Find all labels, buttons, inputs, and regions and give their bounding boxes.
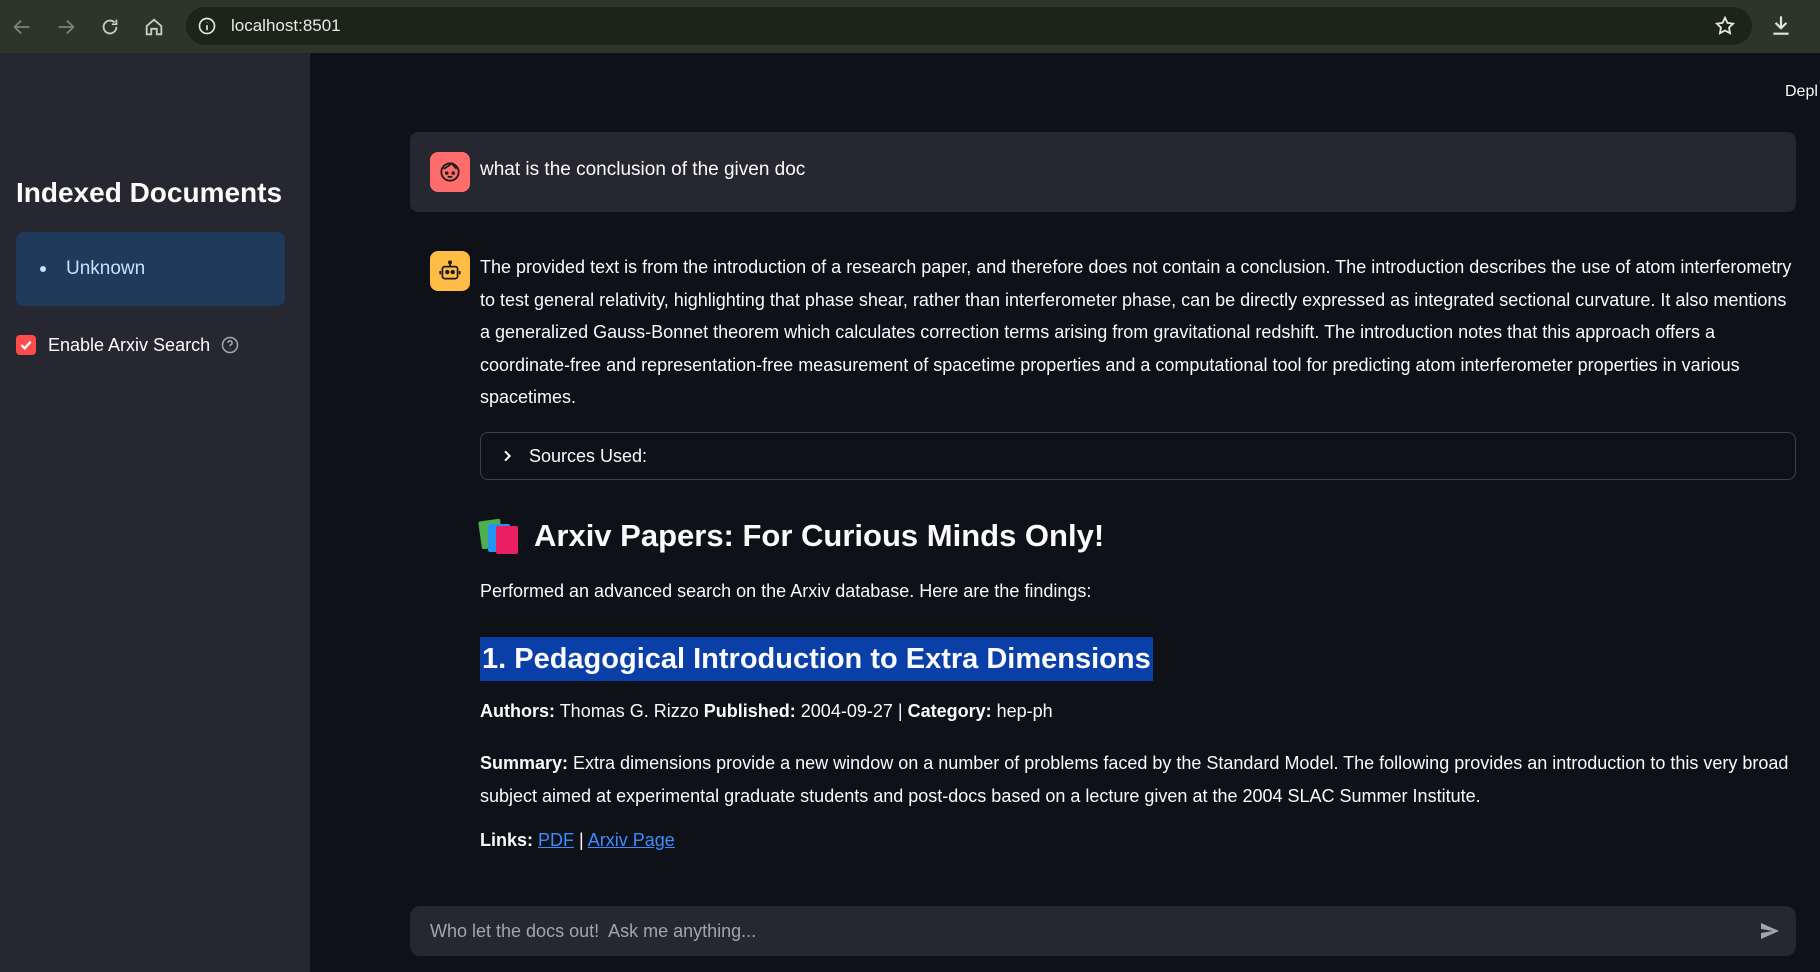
books-icon (478, 518, 520, 554)
help-icon[interactable] (220, 335, 240, 355)
paper-meta: Authors: Thomas G. Rizzo Published: 2004… (480, 701, 1053, 722)
back-button[interactable] (0, 5, 44, 49)
arxiv-heading: Arxiv Papers: For Curious Minds Only! (478, 518, 1105, 554)
category-label: Category: (907, 701, 992, 721)
sidebar-title: Indexed Documents (16, 177, 283, 208)
reload-button[interactable] (88, 5, 132, 49)
chevron-right-icon (499, 448, 515, 464)
url-text: localhost:8501 (231, 16, 341, 35)
summary-label: Summary: (480, 753, 569, 773)
paper-summary: Summary: Extra dimensions provide a new … (480, 747, 1796, 812)
published-date: 2004-09-27 (800, 701, 893, 721)
reload-icon (102, 19, 118, 34)
arrow-left-icon (13, 19, 30, 34)
link-separator: | (579, 830, 584, 850)
checkmark-icon (20, 340, 32, 351)
list-item: Unknown (66, 258, 146, 279)
chat-input[interactable] (430, 920, 1730, 942)
address-bar[interactable]: localhost:8501 (186, 7, 1752, 45)
home-button[interactable] (132, 5, 176, 49)
info-icon[interactable] (195, 14, 219, 38)
bullet (40, 266, 46, 272)
published-label: Published: (703, 701, 796, 721)
sources-expander[interactable]: Sources Used: (480, 432, 1796, 480)
checkbox-label[interactable]: Enable Arxiv Search (48, 335, 210, 356)
main-content: Depl what is the conclusion of the given… (310, 53, 1820, 972)
checkbox[interactable] (16, 335, 36, 355)
pdf-link[interactable]: PDF (538, 830, 574, 850)
star-icon[interactable] (1714, 15, 1736, 42)
authors-label: Authors: (480, 701, 555, 721)
deploy-button[interactable]: Depl (1785, 83, 1818, 101)
sidebar: Indexed Documents Unknown Enable Arxiv S… (0, 53, 310, 972)
assistant-answer: The provided text is from the introducti… (480, 257, 1792, 407)
user-message: what is the conclusion of the given doc (410, 132, 1796, 212)
meta-separator: | (897, 701, 903, 721)
chat-input-container (410, 906, 1796, 956)
send-icon[interactable] (1758, 919, 1782, 948)
robot-icon (430, 251, 470, 291)
paper-links: Links: PDF | Arxiv Page (480, 830, 675, 851)
links-label: Links: (480, 830, 534, 850)
home-icon (145, 17, 163, 35)
arrow-right-icon (58, 19, 75, 34)
arxiv-search-toggle[interactable]: Enable Arxiv Search (16, 330, 240, 360)
paper-title: 1. Pedagogical Introduction to Extra Dim… (480, 637, 1153, 681)
download-icon[interactable] (1768, 12, 1794, 43)
arxiv-heading-text: Arxiv Papers: For Curious Minds Only! (534, 518, 1105, 553)
user-face-icon (430, 152, 470, 192)
forward-button[interactable] (44, 5, 88, 49)
authors: Thomas G. Rizzo (559, 701, 699, 721)
category: hep-ph (996, 701, 1053, 721)
arxiv-page-link[interactable]: Arxiv Page (588, 830, 675, 850)
user-message-text: what is the conclusion of the given doc (480, 159, 806, 180)
arxiv-intro: Performed an advanced search on the Arxi… (480, 581, 1092, 601)
browser-toolbar: localhost:8501 (0, 0, 1820, 53)
indexed-documents-list: Unknown (16, 232, 285, 306)
sources-label: Sources Used: (529, 445, 648, 466)
summary-text: Extra dimensions provide a new window on… (480, 753, 1789, 806)
